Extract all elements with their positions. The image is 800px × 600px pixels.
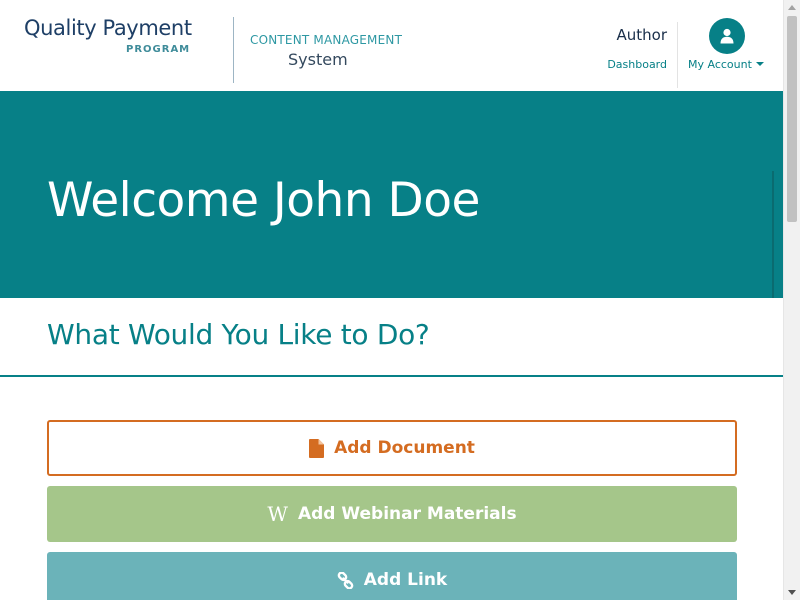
scroll-down-arrow-icon[interactable] (788, 590, 796, 595)
add-webinar-materials-button[interactable]: W Add Webinar Materials (47, 486, 737, 542)
brand-divider (233, 17, 234, 83)
brand-subtitle: PROGRAM (126, 44, 191, 55)
page-scrollbar[interactable] (783, 0, 800, 600)
add-document-button[interactable]: Add Document (47, 420, 737, 476)
app-name-line1: CONTENT MANAGEMENT (250, 33, 403, 47)
my-account-label: My Account (688, 58, 752, 71)
section-divider (0, 375, 783, 377)
account-avatar-button[interactable] (709, 18, 745, 54)
wikipedia-w-icon: W (267, 502, 288, 526)
page: Quality Payment PROGRAM CONTENT MANAGEME… (0, 0, 800, 600)
caret-down-icon (755, 62, 764, 66)
add-link-label: Add Link (363, 570, 448, 590)
site-header: Quality Payment PROGRAM CONTENT MANAGEME… (0, 0, 783, 91)
dashboard-link[interactable]: Dashboard (607, 58, 667, 71)
scrollbar-thumb[interactable] (787, 16, 797, 222)
hero-banner: Welcome John Doe (0, 91, 783, 298)
welcome-heading: Welcome John Doe (47, 173, 480, 228)
app-name-line2: System (288, 50, 348, 69)
user-icon (720, 28, 734, 44)
section-title: What Would You Like to Do? (47, 318, 430, 351)
inner-scroll-indicator (772, 171, 774, 298)
add-webinar-materials-label: Add Webinar Materials (297, 504, 517, 524)
scroll-up-arrow-icon[interactable] (788, 5, 796, 10)
nav-divider (677, 22, 678, 88)
add-link-button[interactable]: Add Link (47, 552, 737, 600)
brand-name: Quality Payment (24, 16, 192, 40)
document-icon (309, 438, 325, 458)
add-document-label: Add Document (334, 438, 475, 458)
link-icon (337, 571, 354, 589)
user-role: Author (616, 26, 667, 44)
my-account-menu[interactable]: My Account (688, 58, 764, 71)
